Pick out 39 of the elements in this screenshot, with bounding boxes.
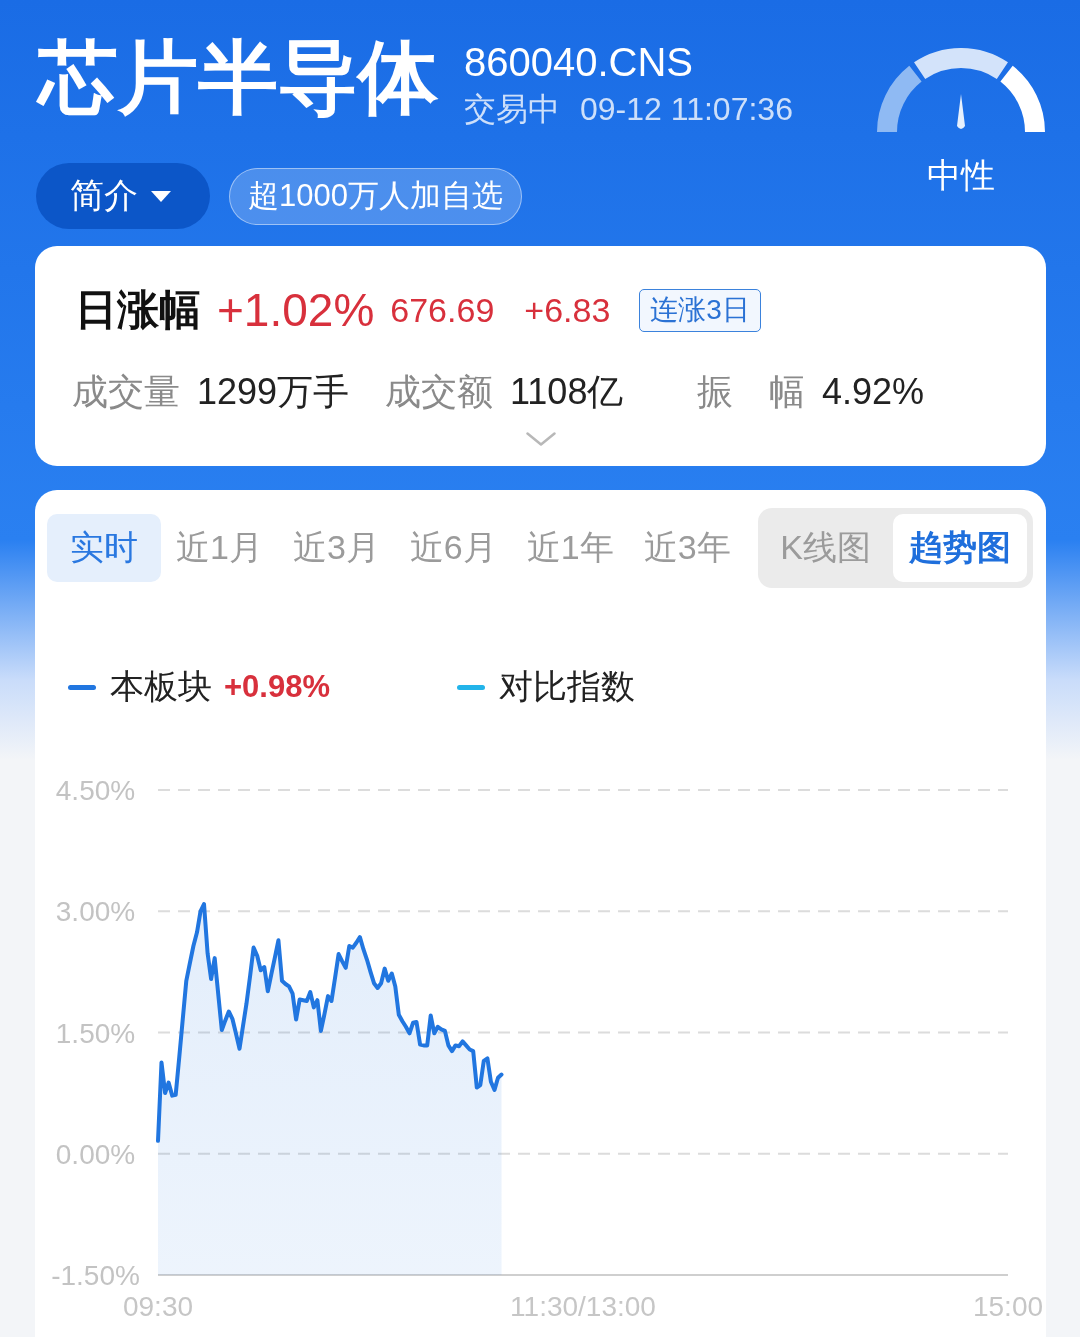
caret-icon (150, 189, 172, 203)
axis-label: 4.50% (55, 775, 136, 806)
stat-label: 振 幅 (697, 370, 805, 414)
daily-change-label: 日涨幅 (75, 285, 201, 335)
sentiment-label: 中性 (927, 156, 995, 194)
chevron-down-icon[interactable] (525, 432, 556, 446)
axis-label: 1.50% (55, 1017, 136, 1049)
axis-label: -1.50% (51, 1260, 140, 1291)
period-tab[interactable]: 近6月 (394, 514, 512, 582)
axis-label: 3.00% (55, 896, 136, 928)
period-tab[interactable]: 实时 (47, 514, 161, 582)
quote-time: 09-12 11:07:36 (580, 92, 793, 126)
streak-badge: 连涨3日 (639, 288, 761, 332)
stat-value: 1299万手 (197, 370, 350, 414)
stat-label: 成交额 (385, 370, 493, 414)
view-tab[interactable]: 趋势图 (893, 514, 1027, 582)
period-tab[interactable]: 近3年 (628, 514, 746, 582)
intro-button[interactable]: 简介 (36, 163, 210, 229)
axis-label: 09:30 (122, 1291, 194, 1322)
stat-label: 成交量 (72, 370, 180, 414)
follow-count-badge: 超1000万人加自选 (229, 167, 522, 225)
view-tab[interactable]: K线图 (764, 514, 887, 582)
legend-change: +0.98% (224, 669, 330, 705)
stat-value: 4.92% (822, 371, 925, 413)
change-percent: +1.02% (217, 283, 375, 337)
stat-value: 1108亿 (510, 370, 624, 414)
axis-label: 15:00 (972, 1291, 1044, 1322)
axis-label: 0.00% (55, 1138, 136, 1170)
change-amount: +6.83 (524, 290, 611, 330)
legend-label: 对比指数 (499, 666, 635, 707)
period-tab[interactable]: 近1年 (511, 514, 629, 582)
index-code: 860040.CNS (464, 42, 695, 82)
axis-label: 11:30/13:00 (510, 1291, 656, 1322)
trading-status: 交易中 (464, 92, 560, 126)
period-tab[interactable]: 近1月 (161, 514, 278, 582)
sector-title: 芯片半导体 (38, 38, 438, 118)
period-tab[interactable]: 近3月 (277, 514, 395, 582)
index-price: 676.69 (390, 290, 495, 330)
legend-label: 本板块 (110, 666, 212, 707)
